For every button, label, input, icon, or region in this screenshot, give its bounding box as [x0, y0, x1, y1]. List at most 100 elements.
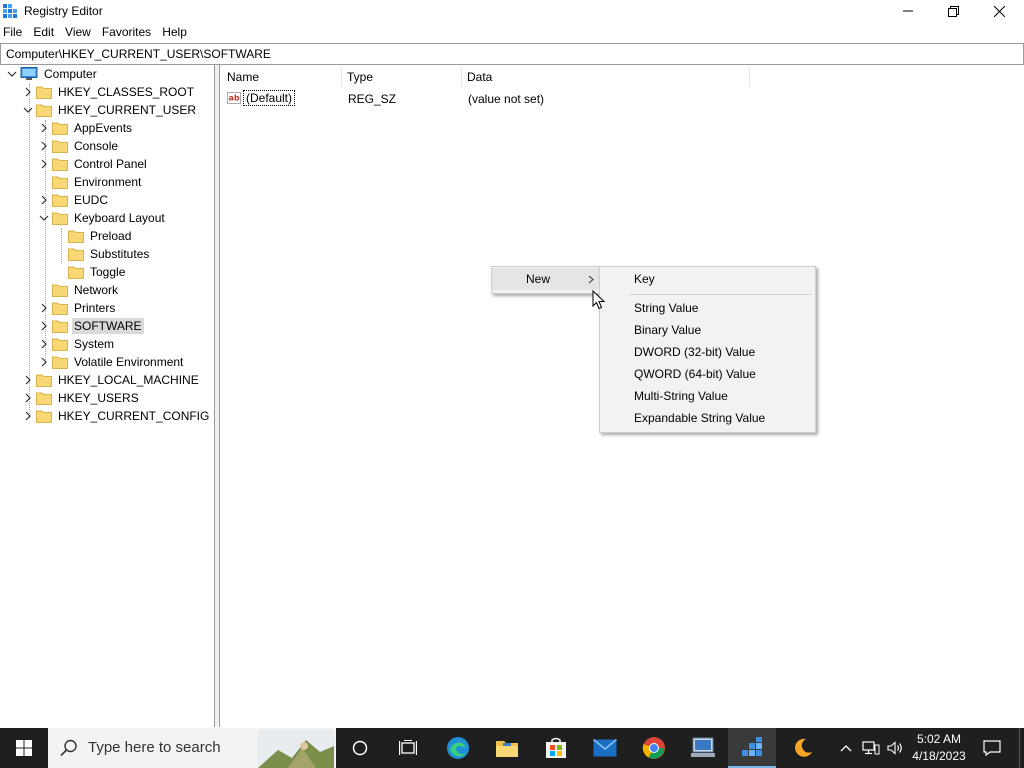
tree-node-system[interactable]: System [36, 335, 116, 353]
tree-node-hku[interactable]: HKEY_USERS [20, 389, 141, 407]
cortana-button[interactable] [336, 728, 384, 768]
folder-icon [68, 229, 84, 243]
column-header-type[interactable]: Type [341, 67, 461, 87]
chevron-right-icon[interactable] [20, 371, 36, 389]
chevron-down-icon[interactable] [4, 65, 20, 83]
table-row[interactable]: ab (Default) REG_SZ (value not set) [221, 89, 749, 109]
folder-icon [36, 103, 52, 117]
column-header-data[interactable]: Data [461, 67, 749, 87]
tree-node-computer[interactable]: Computer [4, 65, 99, 83]
taskbar-clock[interactable]: 5:02 AM 4/18/2023 [908, 731, 970, 765]
submenu-key-label: Key [634, 272, 655, 286]
chevron-down-icon[interactable] [20, 101, 36, 119]
task-view-icon [399, 740, 417, 755]
tree-node-volatile-environment[interactable]: Volatile Environment [36, 353, 185, 371]
notifications-button[interactable] [972, 728, 1012, 768]
chevron-right-icon[interactable] [20, 83, 36, 101]
volume-button[interactable] [884, 728, 906, 768]
key-tree[interactable]: Computer HKEY_CLASSES_ROOT HKEY_CURRENT_… [0, 65, 215, 727]
pane-splitter[interactable] [215, 65, 220, 727]
tree-label: HKEY_USERS [58, 391, 139, 405]
chevron-right-icon [588, 275, 594, 284]
tree-node-substitutes[interactable]: Substitutes [52, 245, 151, 263]
submenu-expandable-string-value[interactable]: Expandable String Value [600, 407, 815, 429]
tree-label: Network [74, 283, 119, 297]
title-bar[interactable]: Registry Editor [0, 0, 1024, 23]
submenu-dword-value[interactable]: DWORD (32-bit) Value [600, 341, 815, 363]
menu-edit[interactable]: Edit [27, 23, 59, 42]
menu-help[interactable]: Help [156, 23, 192, 42]
context-menu-new[interactable]: New [492, 268, 600, 290]
tree-node-network[interactable]: Network [36, 281, 120, 299]
registry-editor-taskbar-button[interactable] [728, 728, 776, 768]
chevron-right-icon[interactable] [36, 155, 52, 173]
network-icon [862, 741, 880, 755]
chevron-down-icon[interactable] [36, 209, 52, 227]
chevron-right-icon[interactable] [36, 191, 52, 209]
chevron-right-icon[interactable] [20, 407, 36, 425]
submenu-binary-value[interactable]: Binary Value [600, 319, 815, 341]
submenu-string-value[interactable]: String Value [600, 297, 815, 319]
tree-node-appevents[interactable]: AppEvents [36, 119, 134, 137]
tree-node-hkcc[interactable]: HKEY_CURRENT_CONFIG [20, 407, 211, 425]
remote-desktop-button[interactable] [679, 728, 727, 768]
menu-bar: File Edit View Favorites Help [0, 23, 1024, 42]
tree-node-printers[interactable]: Printers [36, 299, 117, 317]
value-name: (Default) [243, 90, 296, 106]
chevron-right-icon[interactable] [36, 119, 52, 137]
column-header-name[interactable]: Name [221, 67, 341, 87]
menu-view[interactable]: View [59, 23, 96, 42]
tree-label: Toggle [90, 265, 126, 279]
network-button[interactable] [860, 728, 882, 768]
tree-node-hklm[interactable]: HKEY_LOCAL_MACHINE [20, 371, 201, 389]
minimize-button[interactable] [885, 0, 931, 22]
tree-node-keyboard-layout[interactable]: Keyboard Layout [36, 209, 167, 227]
restore-button[interactable] [930, 0, 976, 22]
show-hidden-icons-button[interactable] [836, 728, 856, 768]
tree-node-hkcu[interactable]: HKEY_CURRENT_USER [20, 101, 198, 119]
tree-node-preload[interactable]: Preload [52, 227, 133, 245]
mail-button[interactable] [581, 728, 629, 768]
submenu-qword-value[interactable]: QWORD (64-bit) Value [600, 363, 815, 385]
chrome-button[interactable] [630, 728, 678, 768]
start-button[interactable] [0, 728, 48, 768]
store-button[interactable] [532, 728, 580, 768]
chevron-right-icon[interactable] [20, 389, 36, 407]
chevron-right-icon[interactable] [36, 353, 52, 371]
chevron-right-icon[interactable] [36, 299, 52, 317]
tree-node-software[interactable]: SOFTWARE [36, 317, 144, 335]
submenu-key[interactable]: Key [600, 268, 815, 290]
task-view-button[interactable] [384, 728, 432, 768]
tree-node-eudc[interactable]: EUDC [36, 191, 110, 209]
folder-icon [36, 373, 52, 387]
chevron-right-icon[interactable] [36, 137, 52, 155]
tree-node-environment[interactable]: Environment [36, 173, 143, 191]
submenu-multi-string-value[interactable]: Multi-String Value [600, 385, 815, 407]
tree-label: Console [74, 139, 119, 153]
file-explorer-button[interactable] [483, 728, 531, 768]
show-desktop-strip[interactable] [1019, 728, 1020, 768]
tree-node-console[interactable]: Console [36, 137, 120, 155]
menu-favorites[interactable]: Favorites [96, 23, 156, 42]
chevron-right-icon[interactable] [36, 317, 52, 335]
folder-icon [52, 337, 68, 351]
night-light-button[interactable] [779, 728, 827, 768]
tree-node-hkcr[interactable]: HKEY_CLASSES_ROOT [20, 83, 196, 101]
address-bar[interactable]: Computer\HKEY_CURRENT_USER\SOFTWARE [0, 43, 1024, 65]
tree-node-toggle[interactable]: Toggle [52, 263, 127, 281]
mouse-cursor-icon [592, 290, 605, 310]
chevron-right-icon[interactable] [36, 335, 52, 353]
folder-icon [52, 211, 68, 225]
tree-node-control-panel[interactable]: Control Panel [36, 155, 149, 173]
taskbar-search-box[interactable]: Type here to search [48, 728, 336, 768]
folder-icon [52, 193, 68, 207]
column-divider[interactable] [749, 67, 750, 87]
menu-file[interactable]: File [0, 23, 27, 42]
edge-button[interactable] [434, 728, 482, 768]
close-button[interactable] [976, 0, 1022, 22]
tree-label: Environment [74, 175, 142, 189]
address-path: Computer\HKEY_CURRENT_USER\SOFTWARE [6, 47, 271, 61]
